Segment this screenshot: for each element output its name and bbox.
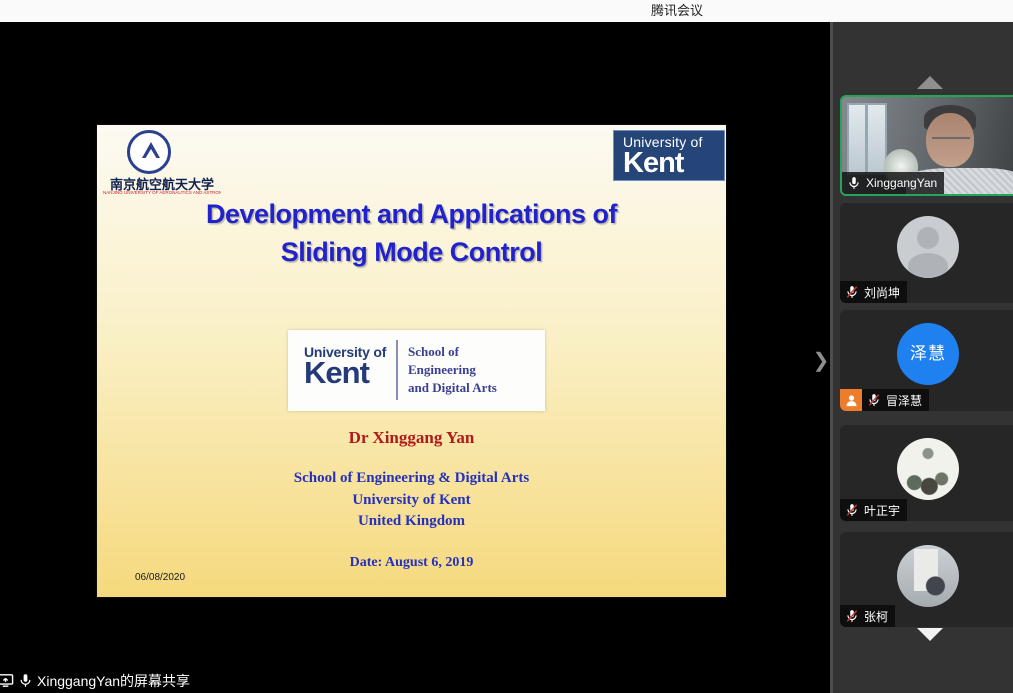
slide-title-line2: Sliding Mode Control <box>97 237 726 268</box>
nuaa-emblem-icon <box>127 130 171 174</box>
participant-tile-liushangkun[interactable]: 刘尚坤 <box>840 203 1013 303</box>
nuaa-logo: 南京航空航天大学 NANJING UNIVERSITY OF AERONAUTI… <box>103 129 221 197</box>
participant-tile-yezhengyu[interactable]: 叶正宇 <box>840 425 1013 521</box>
scroll-down-triangle-icon[interactable] <box>917 628 943 641</box>
participant-tile-zhangke[interactable]: 张柯 <box>840 532 1013 627</box>
window-titlebar: 腾讯会议 <box>0 0 1013 22</box>
screen-share-banner: XinggangYan的屏幕共享 <box>0 668 420 693</box>
mic-icon <box>847 176 861 190</box>
affiliation-line3: United Kingdom <box>97 513 726 530</box>
slide-date-stamp: 06/08/2020 <box>135 572 185 583</box>
school-banner-uni-bottom: Kent <box>304 360 386 386</box>
presenter-name: Dr Xinggang Yan <box>97 428 726 448</box>
avatar: 泽慧 <box>897 323 959 385</box>
mic-muted-icon <box>867 393 881 407</box>
screen-share-icon <box>0 672 14 689</box>
mic-muted-icon <box>845 503 859 517</box>
kent-logo: University of Kent <box>613 130 725 181</box>
participant-name-label: XinggangYan <box>842 172 944 194</box>
school-line2: Engineering <box>408 361 497 379</box>
participant-name-label: 张柯 <box>840 605 895 627</box>
school-line1: School of <box>408 343 497 361</box>
person-badge-icon <box>844 393 859 408</box>
participants-panel: XinggangYan <box>830 22 1013 693</box>
meeting-window: 腾讯会议 南京航空航天大学 NANJING UNIVERSITY OF AERO… <box>0 0 1013 693</box>
participant-tile-xinggangyan[interactable]: XinggangYan <box>840 95 1013 196</box>
affiliation-line1: School of Engineering & Digital Arts <box>97 470 726 487</box>
avatar <box>897 438 959 500</box>
panel-collapse-chevron-icon[interactable]: ❯ <box>810 346 832 376</box>
scroll-up-triangle-icon[interactable] <box>917 76 943 89</box>
kent-school-banner: University of Kent School of Engineering… <box>288 330 545 411</box>
shared-screen-slide: 南京航空航天大学 NANJING UNIVERSITY OF AERONAUTI… <box>97 125 726 597</box>
participant-name-label: 刘尚坤 <box>840 281 907 303</box>
divider <box>396 340 398 400</box>
avatar <box>897 545 959 607</box>
affiliation-line2: University of Kent <box>97 492 726 509</box>
participant-name-label: 叶正宇 <box>840 499 907 521</box>
school-line3: and Digital Arts <box>408 379 497 397</box>
nuaa-name-en: NANJING UNIVERSITY OF AERONAUTICS AND AS… <box>103 190 221 195</box>
mic-muted-icon <box>845 609 859 623</box>
participant-tile-maozehui[interactable]: 泽慧 <box>840 310 1013 411</box>
mic-muted-icon <box>845 285 859 299</box>
app-title: 腾讯会议 <box>651 0 703 22</box>
avatar <box>897 216 959 278</box>
host-badge <box>840 389 862 411</box>
share-banner-text: XinggangYan的屏幕共享 <box>37 671 190 691</box>
kent-logo-bottom: Kent <box>623 150 724 176</box>
mic-icon <box>18 673 33 688</box>
participant-name-label: 冒泽慧 <box>862 389 929 411</box>
slide-date-line: Date: August 6, 2019 <box>97 555 726 571</box>
slide-title-line1: Development and Applications of <box>97 199 726 230</box>
